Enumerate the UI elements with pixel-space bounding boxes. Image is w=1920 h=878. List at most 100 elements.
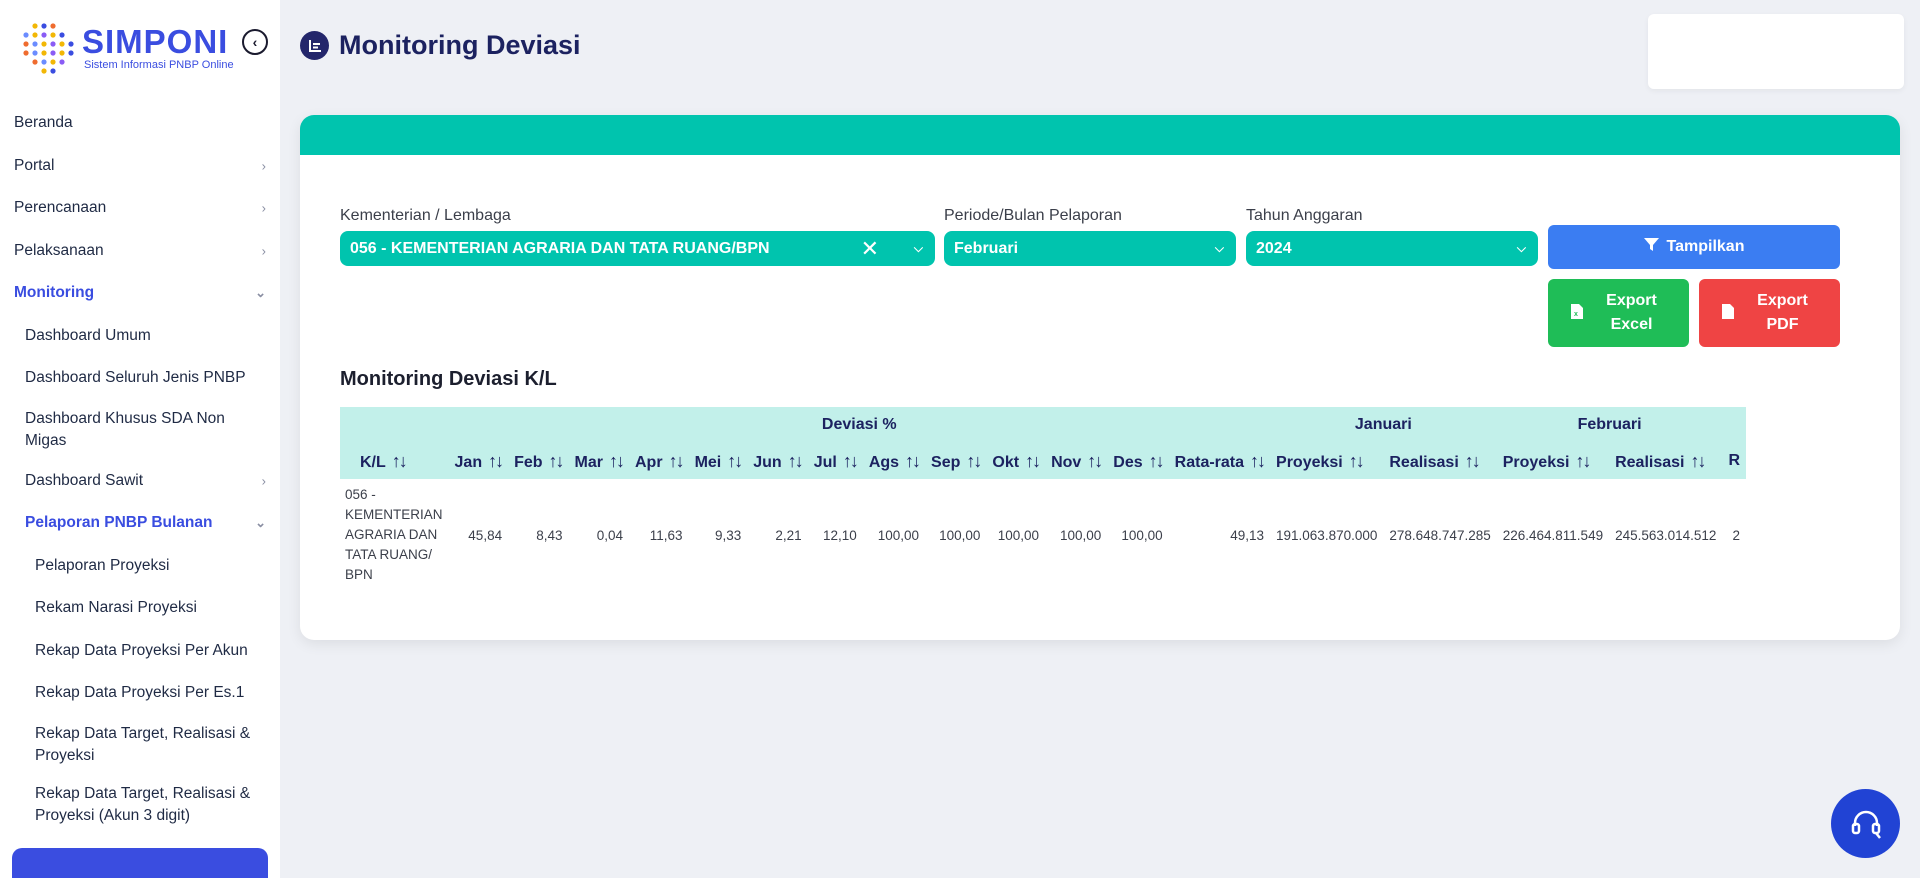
column-header[interactable]: K/L ↑↓ <box>340 443 449 479</box>
sort-icon[interactable]: ↑↓ <box>1575 451 1591 471</box>
sidebar-item-dashboard-khusus-sda-non-migas[interactable]: Dashboard Khusus SDA Non Migas <box>0 400 280 460</box>
table-title: Monitoring Deviasi K/L <box>340 368 557 390</box>
sort-icon[interactable]: ↑↓ <box>549 451 565 471</box>
column-label: Realisasi <box>1615 453 1685 471</box>
sort-icon[interactable]: ↑↓ <box>966 451 982 471</box>
column-label: Proyeksi <box>1276 453 1343 471</box>
sort-icon[interactable]: ↑↓ <box>609 451 625 471</box>
column-header[interactable]: Jul ↑↓ <box>808 443 863 479</box>
column-header[interactable]: Sep ↑↓ <box>925 443 986 479</box>
sidebar-item-label: Dashboard Seluruh Jenis PNBP <box>25 369 246 387</box>
sort-icon[interactable]: ↑↓ <box>1149 451 1165 471</box>
kl-label: Kementerian / Lembaga <box>340 207 511 224</box>
column-header[interactable]: Ags ↑↓ <box>863 443 925 479</box>
column-header[interactable]: Rata-rata ↑↓ <box>1169 443 1270 479</box>
periode-label: Periode/Bulan Pelaporan <box>944 207 1122 224</box>
column-label: Jan <box>454 453 483 471</box>
column-header[interactable]: Mei ↑↓ <box>689 443 748 479</box>
table-cell: 49,13 <box>1230 527 1265 543</box>
sidebar-item-dashboard-umum[interactable]: Dashboard Umum <box>0 315 280 358</box>
sidebar-item-pelaporan-pnbp-bulanan[interactable]: Pelaporan PNBP Bulanan ⌄ <box>0 502 280 545</box>
sidebar-item-rekap-data-proyeksi-per-akun[interactable]: Rekap Data Proyeksi Per Akun <box>0 630 280 673</box>
column-label: Ags <box>868 453 900 471</box>
sidebar-item-perencanaan[interactable]: Perencanaan › <box>0 187 280 230</box>
column-header[interactable]: Des ↑↓ <box>1107 443 1168 479</box>
clear-icon[interactable]: ✕ <box>861 236 879 262</box>
sidebar-item-label: Pelaksanaan <box>14 241 104 259</box>
sort-icon[interactable]: ↑↓ <box>488 451 504 471</box>
sidebar-item-beranda[interactable]: Beranda <box>0 102 280 145</box>
column-header[interactable]: Jun ↑↓ <box>747 443 807 479</box>
sort-icon[interactable]: ↑↓ <box>905 451 921 471</box>
sidebar-item-monitoring[interactable]: Monitoring ⌄ <box>0 272 280 315</box>
sort-icon[interactable]: ↑↓ <box>727 451 743 471</box>
table-cell: 2,21 <box>775 527 802 543</box>
sidebar-item-dashboard-sawit[interactable]: Dashboard Sawit › <box>0 460 280 503</box>
export-excel-button[interactable]: x Export Excel <box>1548 279 1689 347</box>
column-header[interactable]: Jan ↑↓ <box>449 443 509 479</box>
sort-icon[interactable]: ↑↓ <box>1690 451 1706 471</box>
column-header[interactable]: Okt ↑↓ <box>986 443 1045 479</box>
table-row[interactable]: 056 - KEMENTERIAN AGRARIA DAN TATA RUANG… <box>340 479 1746 591</box>
table-cell: 100,00 <box>877 527 920 543</box>
sort-icon[interactable]: ↑↓ <box>392 451 408 471</box>
kl-select[interactable]: 056 - KEMENTERIAN AGRARIA DAN TATA RUANG… <box>340 231 935 266</box>
monitoring-card: Kementerian / Lembaga 056 - KEMENTERIAN … <box>300 115 1900 640</box>
table-body: 056 - KEMENTERIAN AGRARIA DAN TATA RUANG… <box>340 479 1746 591</box>
tahun-label: Tahun Anggaran <box>1246 207 1363 224</box>
column-header[interactable]: Proyeksi ↑↓ <box>1497 443 1609 479</box>
table-cell: 0,04 <box>596 527 623 543</box>
app-logo[interactable]: SIMPONI Sistem Informasi PNBP Online <box>18 18 234 78</box>
helpdesk-button[interactable] <box>1831 789 1900 858</box>
sidebar-item-pelaporan-proyeksi[interactable]: Pelaporan Proyeksi <box>0 545 280 588</box>
deviasi-table: Deviasi % Januari Februari K/L ↑↓ Jan ↑↓ Feb… <box>340 407 1747 591</box>
sidebar-item-rekap-data-proyeksi-per-es-1[interactable]: Rekap Data Proyeksi Per Es.1 <box>0 672 280 715</box>
column-header[interactable]: Nov ↑↓ <box>1045 443 1107 479</box>
sidebar-item-rekam-narasi-proyeksi[interactable]: Rekam Narasi Proyeksi <box>0 587 280 630</box>
column-label: Des <box>1113 453 1143 471</box>
sidebar-collapse-button[interactable]: ‹ <box>242 29 268 55</box>
column-header[interactable]: Mar ↑↓ <box>569 443 629 479</box>
column-label: Rata-rata <box>1174 453 1245 471</box>
column-header[interactable]: Proyeksi ↑↓ <box>1270 443 1383 479</box>
header-user-panel[interactable] <box>1648 14 1904 89</box>
table-cell: 191.063.870.000 <box>1276 527 1378 543</box>
sidebar-bottom-banner[interactable] <box>12 848 268 878</box>
sidebar-item-dashboard-seluruh-jenis-pnbp[interactable]: Dashboard Seluruh Jenis PNBP <box>0 357 280 400</box>
sort-icon[interactable]: ↑↓ <box>1025 451 1041 471</box>
deviasi-table-container[interactable]: Deviasi % Januari Februari K/L ↑↓ Jan ↑↓ Feb… <box>340 407 1840 597</box>
column-header[interactable]: Apr ↑↓ <box>629 443 689 479</box>
export-excel-label: Export Excel <box>1606 292 1657 333</box>
report-icon <box>300 31 329 60</box>
sort-icon[interactable]: ↑↓ <box>1349 451 1365 471</box>
sort-icon[interactable]: ↑↓ <box>843 451 859 471</box>
sidebar-item-label: Rekam Narasi Proyeksi <box>35 599 197 617</box>
table-cell: 056 - KEMENTERIAN AGRARIA DAN TATA RUANG… <box>345 487 443 582</box>
page-title: Monitoring Deviasi <box>339 30 581 60</box>
sort-icon[interactable]: ↑↓ <box>788 451 804 471</box>
column-label: Jun <box>753 453 782 471</box>
sort-icon[interactable]: ↑↓ <box>669 451 685 471</box>
column-header[interactable]: R <box>1722 443 1746 479</box>
table-cell: 8,43 <box>536 527 563 543</box>
export-pdf-button[interactable]: Export PDF <box>1699 279 1840 347</box>
chevron-right-icon: › <box>261 473 266 489</box>
periode-select[interactable]: Februari ⌵ <box>944 231 1236 266</box>
chevron-right-icon: › <box>261 200 266 216</box>
tahun-select[interactable]: 2024 ⌵ <box>1246 231 1538 266</box>
sidebar-item-rekap-data-target-realisasi-proyeksi[interactable]: Rekap Data Target, Realisasi & Proyeksi <box>0 715 280 775</box>
export-pdf-label: Export PDF <box>1757 292 1808 333</box>
sidebar-item-pelaksanaan[interactable]: Pelaksanaan › <box>0 230 280 273</box>
column-header[interactable]: Realisasi ↑↓ <box>1383 443 1496 479</box>
sidebar-item-rekap-data-target-realisasi-proyeksi-akun-3-digit[interactable]: Rekap Data Target, Realisasi & Proyeksi … <box>0 775 280 835</box>
sort-icon[interactable]: ↑↓ <box>1087 451 1103 471</box>
sort-icon[interactable]: ↑↓ <box>1250 451 1266 471</box>
sidebar-item-label: Pelaporan Proyeksi <box>35 556 170 574</box>
sort-icon[interactable]: ↑↓ <box>1465 451 1481 471</box>
table-header-row: K/L ↑↓ Jan ↑↓ Feb ↑↓ Mar ↑↓ Apr ↑↓ Mei ↑↓ Jun ↑↓ Jul ↑↓… <box>340 443 1747 479</box>
column-header[interactable]: Feb ↑↓ <box>508 443 568 479</box>
column-header[interactable]: Realisasi ↑↓ <box>1609 443 1722 479</box>
show-button[interactable]: Tampilkan <box>1548 225 1840 269</box>
sidebar-item-portal[interactable]: Portal › <box>0 145 280 188</box>
column-label: R <box>1728 452 1741 469</box>
